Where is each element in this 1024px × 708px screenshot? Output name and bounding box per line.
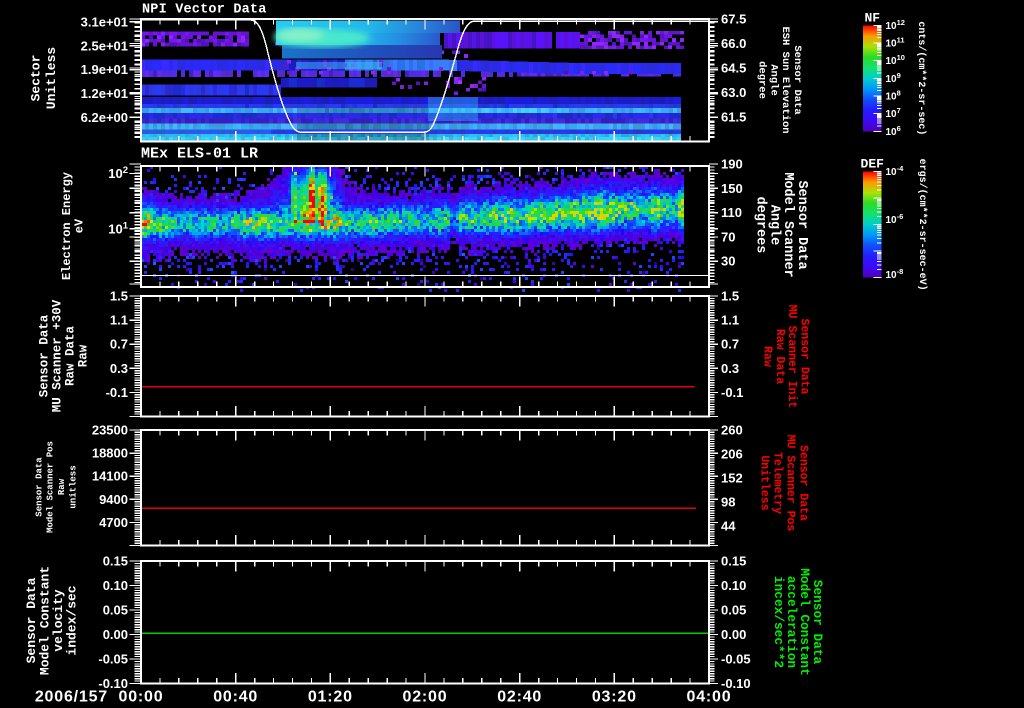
svg-text:cnts/(cm**2-sr-sec): cnts/(cm**2-sr-sec) <box>915 21 927 135</box>
svg-text:MEx ELS-01 LR: MEx ELS-01 LR <box>141 146 258 163</box>
svg-text:Unitless: Unitless <box>758 455 771 510</box>
svg-text:-0.05: -0.05 <box>98 652 128 667</box>
svg-text:03:20: 03:20 <box>592 689 637 706</box>
svg-text:63.0: 63.0 <box>721 85 746 100</box>
svg-text:150: 150 <box>721 181 743 196</box>
svg-text:00:40: 00:40 <box>213 689 258 706</box>
svg-text:1.1: 1.1 <box>110 313 128 328</box>
svg-text:Raw: Raw <box>57 478 67 495</box>
svg-text:Sensor Data: Sensor Data <box>794 180 809 269</box>
svg-text:Sensor Data: Sensor Data <box>37 314 51 397</box>
svg-text:MU Scanner Pos: MU Scanner Pos <box>783 435 796 532</box>
svg-text:02:40: 02:40 <box>497 689 542 706</box>
svg-text:eV: eV <box>73 218 87 233</box>
svg-text:0.3: 0.3 <box>110 361 128 376</box>
svg-text:18800: 18800 <box>92 446 128 461</box>
svg-text:Sector: Sector <box>28 55 43 102</box>
svg-text:Raw Data: Raw Data <box>773 329 786 384</box>
svg-text:1.5: 1.5 <box>110 289 128 304</box>
svg-text:1.1: 1.1 <box>721 313 739 328</box>
svg-text:incex/sec**2: incex/sec**2 <box>771 576 786 668</box>
svg-text:30: 30 <box>721 254 735 269</box>
svg-text:61.5: 61.5 <box>721 110 746 125</box>
svg-text:Angle: Angle <box>767 64 779 96</box>
svg-text:2.5e+01: 2.5e+01 <box>81 38 128 53</box>
svg-text:index/sec: index/sec <box>64 585 79 655</box>
svg-text:-0.1: -0.1 <box>721 385 743 400</box>
svg-text:Sensor Data: Sensor Data <box>34 457 44 517</box>
svg-text:ergs/(cm**2-sr-sec-eV): ergs/(cm**2-sr-sec-eV) <box>916 159 928 291</box>
svg-text:Angle: Angle <box>766 205 781 246</box>
svg-text:14100: 14100 <box>92 469 128 484</box>
svg-text:ESH Sun Elevation: ESH Sun Elevation <box>779 26 791 133</box>
svg-text:-0.1: -0.1 <box>106 385 128 400</box>
svg-text:110: 110 <box>721 205 742 220</box>
svg-text:NPI Vector Data: NPI Vector Data <box>142 3 267 18</box>
svg-text:01:20: 01:20 <box>308 689 353 706</box>
svg-text:152: 152 <box>721 470 743 485</box>
svg-text:unitless: unitless <box>68 465 78 508</box>
svg-text:2006/157: 2006/157 <box>35 689 108 706</box>
svg-text:Model Scanner Pos: Model Scanner Pos <box>46 441 56 533</box>
svg-text:64.5: 64.5 <box>721 61 746 76</box>
svg-text:degree: degree <box>756 61 768 99</box>
svg-text:Sensor Data: Sensor Data <box>797 319 810 395</box>
svg-text:0.3: 0.3 <box>721 361 739 376</box>
svg-text:Sensor Data: Sensor Data <box>791 45 803 115</box>
svg-text:0.7: 0.7 <box>110 337 128 352</box>
svg-text:Sensor Data: Sensor Data <box>796 445 809 521</box>
svg-text:degrees: degrees <box>753 197 768 254</box>
svg-text:00:00: 00:00 <box>119 689 164 706</box>
svg-text:67.5: 67.5 <box>721 12 746 27</box>
svg-text:206: 206 <box>721 446 743 461</box>
svg-text:1.9e+01: 1.9e+01 <box>81 62 128 77</box>
svg-text:Raw: Raw <box>76 344 90 367</box>
svg-text:190: 190 <box>721 157 743 172</box>
svg-text:3.1e+01: 3.1e+01 <box>81 14 128 29</box>
svg-text:0.10: 0.10 <box>721 578 746 593</box>
svg-text:1.2e+01: 1.2e+01 <box>81 86 128 101</box>
svg-text:0.7: 0.7 <box>721 337 739 352</box>
svg-text:23500: 23500 <box>92 423 128 438</box>
svg-text:DEF: DEF <box>861 157 885 172</box>
svg-text:9400: 9400 <box>99 492 128 507</box>
svg-text:0.00: 0.00 <box>721 627 746 642</box>
svg-text:MU Scanner +30V: MU Scanner +30V <box>50 299 64 412</box>
svg-text:6.2e+00: 6.2e+00 <box>81 110 128 125</box>
svg-text:02:00: 02:00 <box>403 689 448 706</box>
svg-text:04:00: 04:00 <box>687 689 732 706</box>
svg-text:0.15: 0.15 <box>103 554 128 569</box>
svg-text:NF: NF <box>864 10 880 25</box>
svg-text:Raw: Raw <box>761 346 774 367</box>
svg-text:0.10: 0.10 <box>103 578 128 593</box>
svg-text:66.0: 66.0 <box>721 36 746 51</box>
svg-text:98: 98 <box>721 494 735 509</box>
svg-text:MU Scanner Init: MU Scanner Init <box>785 305 798 409</box>
svg-text:0.15: 0.15 <box>721 554 746 569</box>
svg-text:44: 44 <box>721 518 736 533</box>
svg-text:0.05: 0.05 <box>721 603 746 618</box>
svg-text:70: 70 <box>721 229 735 244</box>
svg-text:260: 260 <box>721 423 743 438</box>
svg-text:Raw Data: Raw Data <box>63 325 77 386</box>
svg-text:4700: 4700 <box>99 515 128 530</box>
svg-text:Model Scanner: Model Scanner <box>780 172 795 277</box>
svg-text:0.00: 0.00 <box>103 627 128 642</box>
svg-text:-0.05: -0.05 <box>721 652 751 667</box>
svg-text:0.05: 0.05 <box>103 603 128 618</box>
svg-text:Unitless: Unitless <box>44 47 59 110</box>
svg-text:Telemetry: Telemetry <box>771 452 784 514</box>
svg-text:1.5: 1.5 <box>721 289 739 304</box>
